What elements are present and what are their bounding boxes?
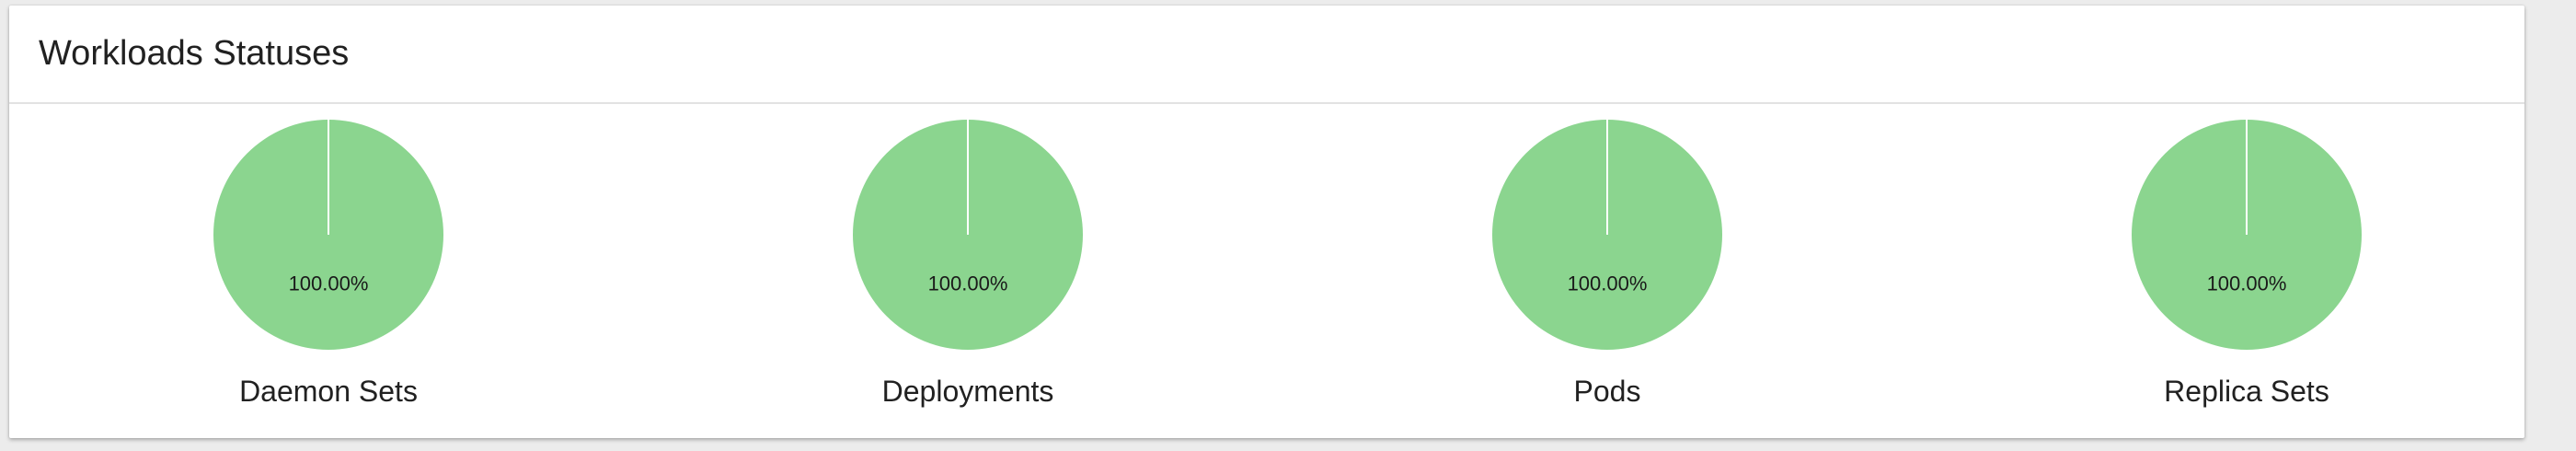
pie-percentage-label: 100.00% <box>289 272 369 295</box>
pie-percentage-label: 100.00% <box>1568 272 1648 295</box>
workloads-statuses-card: Workloads Statuses 100.00% Daemon Sets 1… <box>9 6 2524 438</box>
card-header: Workloads Statuses <box>9 6 2524 104</box>
chart-replica-sets: 100.00% Replica Sets <box>2109 120 2385 423</box>
pie-chart[interactable]: 100.00% <box>1492 120 1722 350</box>
pie-percentage-label: 100.00% <box>928 272 1008 295</box>
chart-label-daemon-sets: Daemon Sets <box>239 375 418 408</box>
chart-deployments: 100.00% Deployments <box>830 120 1106 423</box>
pie-chart[interactable]: 100.00% <box>213 120 443 350</box>
pie-chart[interactable]: 100.00% <box>853 120 1083 350</box>
card-title: Workloads Statuses <box>39 34 350 73</box>
chart-label-deployments: Deployments <box>881 375 1054 408</box>
chart-label-replica-sets: Replica Sets <box>2164 375 2329 408</box>
pie-percentage-label: 100.00% <box>2207 272 2287 295</box>
chart-pods: 100.00% Pods <box>1469 120 1745 423</box>
chart-daemon-sets: 100.00% Daemon Sets <box>190 120 466 423</box>
chart-label-pods: Pods <box>1573 375 1641 408</box>
pie-chart[interactable]: 100.00% <box>2132 120 2362 350</box>
